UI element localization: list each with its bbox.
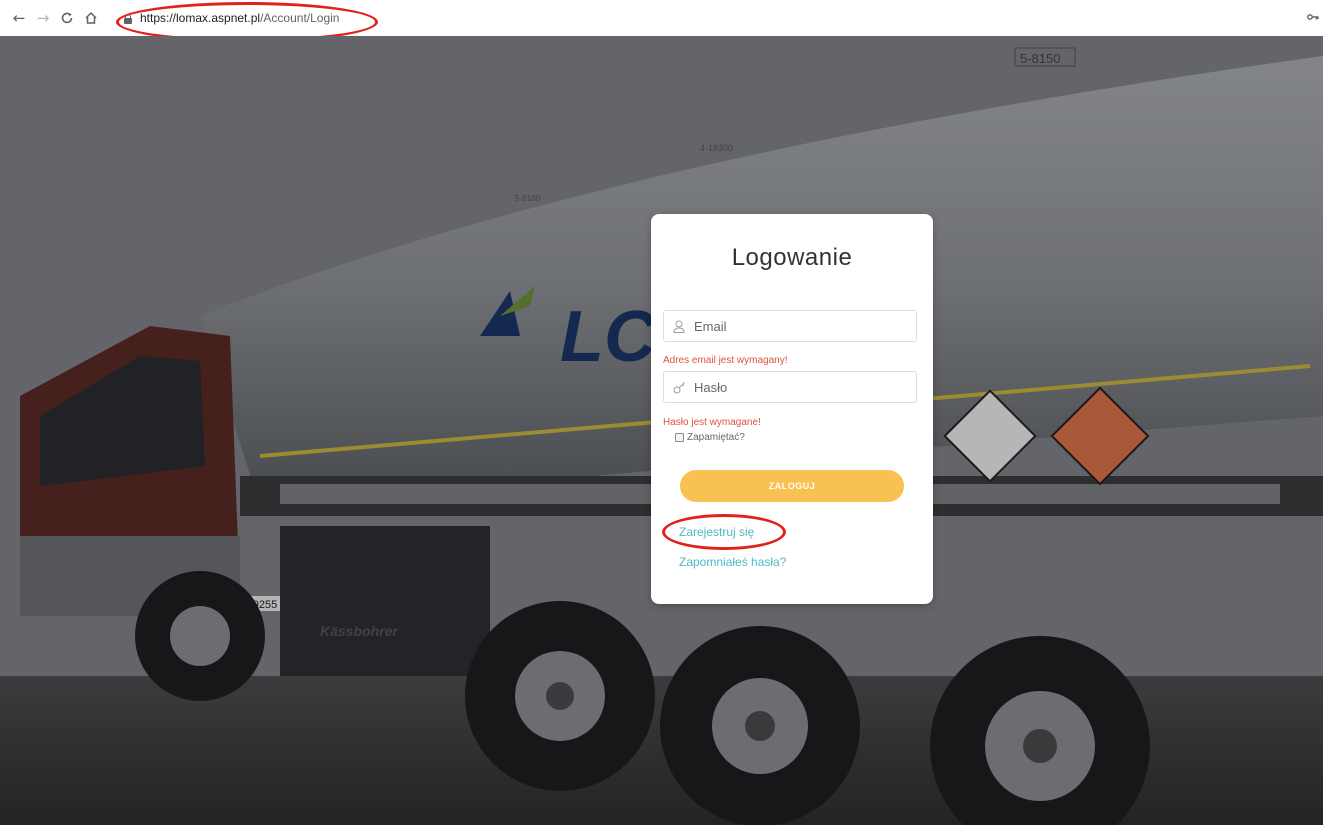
password-field[interactable] <box>663 371 917 403</box>
back-arrow-icon[interactable]: ← <box>8 7 30 29</box>
password-input[interactable] <box>694 379 904 395</box>
user-icon <box>672 319 686 333</box>
key-icon <box>672 380 686 394</box>
reload-icon[interactable] <box>56 7 78 29</box>
email-input[interactable] <box>694 318 904 334</box>
email-error-message: Adres email jest wymagany! <box>663 355 788 366</box>
remember-me-checkbox[interactable]: Zapamiętać? <box>675 432 745 443</box>
checkbox-icon[interactable] <box>675 433 684 442</box>
forward-arrow-icon[interactable]: → <box>32 7 54 29</box>
login-button[interactable]: ZALOGUJ <box>680 470 904 502</box>
forgot-password-link[interactable]: Zapomniałeś hasła? <box>679 555 786 569</box>
login-title: Logowanie <box>731 244 853 271</box>
login-card: Logowanie Adres email jest wymagany! Has… <box>651 214 933 604</box>
email-field[interactable] <box>663 310 917 342</box>
key-icon[interactable] <box>1307 10 1319 24</box>
home-icon[interactable] <box>80 7 102 29</box>
password-error-message: Hasło jest wymagane! <box>663 417 761 428</box>
remember-me-label: Zapamiętać? <box>687 432 745 443</box>
register-annotation-circle <box>662 514 786 550</box>
